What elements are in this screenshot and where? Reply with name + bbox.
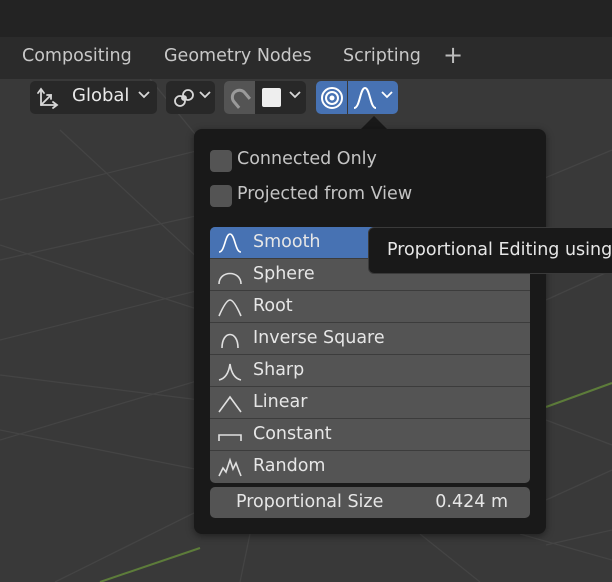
connected-only-label: Connected Only bbox=[237, 149, 377, 169]
falloff-label: Smooth bbox=[253, 232, 321, 252]
tab-compositing[interactable]: Compositing bbox=[22, 46, 132, 66]
tab-geometry-nodes[interactable]: Geometry Nodes bbox=[164, 46, 312, 66]
proportional-size-value: 0.424 m bbox=[435, 492, 508, 512]
falloff-item-constant[interactable]: Constant bbox=[210, 419, 530, 451]
falloff-item-inverse-square[interactable]: Inverse Square bbox=[210, 323, 530, 355]
checkbox-box[interactable] bbox=[210, 150, 232, 172]
chevron-down-icon bbox=[199, 88, 211, 104]
sharp-curve-icon bbox=[218, 361, 242, 381]
checkbox-box[interactable] bbox=[210, 185, 232, 207]
workspace-tabs: Compositing Geometry Nodes Scripting + bbox=[0, 37, 612, 79]
falloff-item-random[interactable]: Random bbox=[210, 451, 530, 483]
snap-target-dropdown[interactable] bbox=[255, 81, 306, 114]
smooth-falloff-icon bbox=[352, 85, 378, 111]
proportional-editing-toggle[interactable] bbox=[316, 81, 347, 114]
top-bar bbox=[0, 0, 612, 37]
link-pivot-icon bbox=[172, 86, 196, 110]
falloff-label: Random bbox=[253, 456, 326, 476]
chevron-down-icon bbox=[381, 88, 393, 104]
falloff-label: Root bbox=[253, 296, 293, 316]
chevron-down-icon bbox=[289, 88, 301, 104]
falloff-label: Sphere bbox=[253, 264, 315, 284]
proportional-falloff-dropdown[interactable] bbox=[348, 81, 398, 114]
proportional-size-field[interactable]: Proportional Size 0.424 m bbox=[210, 487, 530, 518]
proportional-size-label: Proportional Size bbox=[236, 492, 384, 512]
proportional-editing-icon bbox=[319, 85, 345, 111]
orientation-label: Global bbox=[72, 85, 130, 106]
magnet-icon bbox=[227, 85, 253, 111]
snap-toggle-button[interactable] bbox=[224, 81, 255, 114]
falloff-label: Linear bbox=[253, 392, 308, 412]
falloff-item-sharp[interactable]: Sharp bbox=[210, 355, 530, 387]
tooltip: Proportional Editing using bbox=[368, 227, 612, 274]
falloff-label: Sharp bbox=[253, 360, 305, 380]
add-workspace-button[interactable]: + bbox=[443, 41, 463, 69]
chevron-down-icon bbox=[138, 88, 150, 104]
transform-orientation-dropdown[interactable]: Global bbox=[30, 81, 157, 114]
constant-curve-icon bbox=[218, 425, 242, 445]
linear-curve-icon bbox=[218, 393, 242, 413]
transform-orientation-icon bbox=[36, 86, 60, 110]
smooth-curve-icon bbox=[218, 233, 242, 253]
sphere-curve-icon bbox=[218, 265, 242, 285]
projected-from-view-label: Projected from View bbox=[237, 184, 413, 204]
falloff-label: Inverse Square bbox=[253, 328, 385, 348]
popover-caret bbox=[360, 116, 388, 130]
falloff-item-root[interactable]: Root bbox=[210, 291, 530, 323]
inverse-square-curve-icon bbox=[218, 329, 242, 349]
falloff-label: Constant bbox=[253, 424, 332, 444]
tab-scripting[interactable]: Scripting bbox=[343, 46, 421, 66]
pivot-point-dropdown[interactable] bbox=[166, 81, 215, 114]
falloff-item-linear[interactable]: Linear bbox=[210, 387, 530, 419]
tooltip-text: Proportional Editing using bbox=[387, 240, 612, 260]
snap-increment-icon bbox=[262, 88, 281, 107]
random-curve-icon bbox=[218, 457, 242, 477]
root-curve-icon bbox=[218, 297, 242, 317]
